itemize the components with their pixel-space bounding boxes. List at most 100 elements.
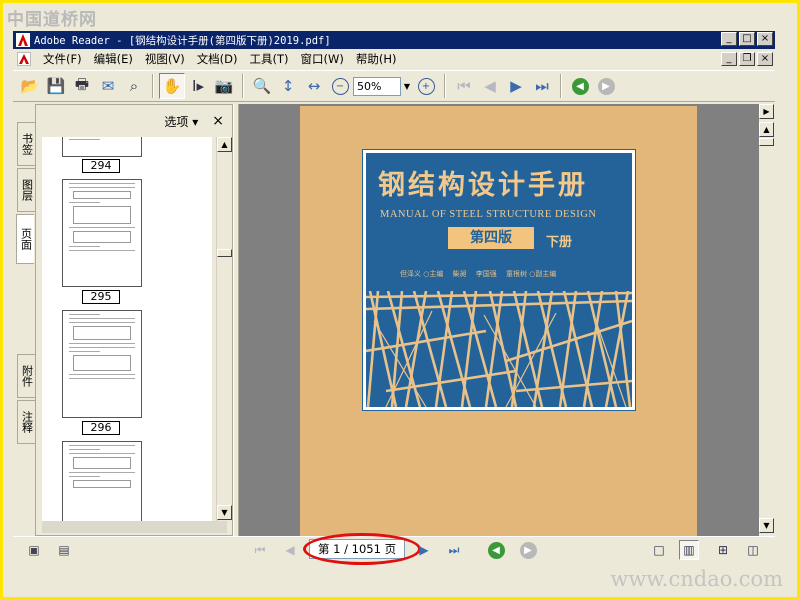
back-icon[interactable]: ◀	[567, 73, 593, 99]
scroll-up-icon[interactable]: ▲	[217, 137, 232, 152]
status-forward-icon[interactable]: ▶	[519, 541, 537, 559]
menu-tools[interactable]: 工具(T)	[244, 51, 295, 67]
facing-view-icon[interactable]: ⊞	[713, 540, 733, 560]
status-next-page-icon[interactable]: ▶	[415, 541, 433, 559]
fit-page-icon[interactable]: ↕	[275, 73, 301, 99]
pages-panel: 选项 ▾ × 294 295 296 ▲ ▼	[35, 104, 233, 536]
menu-window[interactable]: 窗口(W)	[295, 51, 350, 67]
cover-edition: 第四版	[448, 227, 534, 249]
window-controls: _ □ ×	[721, 32, 773, 46]
thumbnail-scrollbar[interactable]: ▲ ▼	[216, 137, 232, 521]
tab-attachments[interactable]: 附件	[17, 354, 35, 398]
minimize-button[interactable]: _	[721, 32, 737, 46]
page-thumbnail[interactable]	[62, 310, 142, 418]
page-thumbnail[interactable]	[62, 179, 142, 287]
forward-icon[interactable]: ▶	[593, 73, 619, 99]
toolbar-separator	[242, 74, 244, 98]
tab-pages[interactable]: 页面	[16, 214, 34, 264]
toolbar-separator	[444, 74, 446, 98]
cover-volume: 下册	[546, 235, 573, 250]
thumbnail-mode-icon[interactable]: ▤	[55, 541, 73, 559]
title-bar: Adobe Reader - [钢结构设计手册(第四版下册)2019.pdf] …	[13, 31, 775, 49]
doc-scrollbar-thumb[interactable]	[759, 138, 774, 146]
last-page-icon[interactable]: ⏭	[529, 73, 555, 99]
doc-scroll-down-icon[interactable]: ▼	[759, 518, 774, 533]
pdf-document-icon[interactable]	[17, 52, 31, 66]
email-icon[interactable]: ✉	[95, 73, 121, 99]
fit-width-icon[interactable]: ↔	[301, 73, 327, 99]
zoom-in-tool-icon[interactable]: 🔍	[249, 73, 275, 99]
document-view[interactable]: 钢结构设计手册 MANUAL OF STEEL STRUCTURE DESIGN…	[239, 104, 759, 536]
status-prev-page-icon[interactable]: ◀	[281, 541, 299, 559]
snapshot-icon[interactable]: 📷	[211, 73, 237, 99]
prev-page-icon[interactable]: ◀	[477, 73, 503, 99]
continuous-facing-view-icon[interactable]: ◫	[743, 540, 763, 560]
save-icon[interactable]: 💾	[43, 73, 69, 99]
select-text-icon[interactable]: I▸	[185, 73, 211, 99]
status-back-icon[interactable]: ◀	[487, 541, 505, 559]
tab-layers[interactable]: 图层	[17, 168, 35, 212]
document-scrollbar[interactable]: ▶ ▲ ▼	[759, 104, 775, 536]
print-icon[interactable]: 🖶	[69, 73, 95, 99]
watermark-bottom: www.cndao.com	[610, 567, 783, 591]
maximize-button[interactable]: □	[739, 32, 755, 46]
options-menu[interactable]: 选项 ▾	[164, 113, 198, 130]
open-folder-icon[interactable]: 📂	[17, 73, 43, 99]
panel-close-button[interactable]: ×	[212, 113, 224, 129]
single-page-view-icon[interactable]: □	[649, 540, 669, 560]
menu-bar: 文件(F) 编辑(E) 视图(V) 文档(D) 工具(T) 窗口(W) 帮助(H…	[13, 49, 775, 69]
options-triangle-icon[interactable]: ▶	[759, 104, 774, 119]
status-first-page-icon[interactable]: ⏮	[251, 541, 269, 559]
menu-file[interactable]: 文件(F)	[37, 51, 88, 67]
panel-header: 选项 ▾ ×	[36, 105, 232, 137]
doc-scroll-up-icon[interactable]: ▲	[759, 122, 774, 137]
menu-edit[interactable]: 编辑(E)	[88, 51, 139, 67]
zoom-level-input[interactable]: 50%	[353, 76, 401, 96]
doc-restore-button[interactable]: ❐	[739, 52, 755, 66]
menu-help[interactable]: 帮助(H)	[350, 51, 403, 67]
window-title: Adobe Reader - [钢结构设计手册(第四版下册)2019.pdf]	[34, 34, 331, 47]
book-cover: 钢结构设计手册 MANUAL OF STEEL STRUCTURE DESIGN…	[362, 149, 636, 411]
cover-subtitle: MANUAL OF STEEL STRUCTURE DESIGN	[380, 209, 597, 220]
watermark-top: 中国道桥网	[7, 10, 97, 30]
document-window-controls: _ ❐ ×	[721, 52, 773, 66]
zoom-dropdown-icon[interactable]: ▼	[401, 77, 413, 96]
first-page-icon[interactable]: ⏮	[451, 73, 477, 99]
tab-comments[interactable]: 注释	[17, 400, 35, 444]
toolbar-separator	[152, 74, 154, 98]
page-thumbnail[interactable]	[62, 441, 142, 521]
zoom-in-icon[interactable]: +	[413, 73, 439, 99]
toolbar-separator	[560, 74, 562, 98]
pdf-page: 钢结构设计手册 MANUAL OF STEEL STRUCTURE DESIGN…	[300, 106, 697, 536]
navigation-pane-toggle-icon[interactable]: ▣	[25, 541, 43, 559]
doc-close-button[interactable]: ×	[757, 52, 773, 66]
cover-title: 钢结构设计手册	[378, 170, 588, 201]
zoom-out-icon[interactable]: −	[327, 73, 353, 99]
tab-bookmarks[interactable]: 书签	[17, 122, 35, 166]
menu-view[interactable]: 视图(V)	[139, 51, 191, 67]
doc-minimize-button[interactable]: _	[721, 52, 737, 66]
navigation-tabs: 书签 图层 页面 附件 注释	[15, 104, 35, 536]
page-number-label: 295	[82, 290, 120, 304]
close-button[interactable]: ×	[757, 32, 773, 46]
status-last-page-icon[interactable]: ⏭	[445, 541, 463, 559]
page-thumbnail[interactable]	[62, 137, 142, 157]
adobe-reader-icon	[16, 33, 30, 47]
highlight-annotation-circle	[303, 533, 421, 565]
search-binoculars-icon[interactable]: ⌕	[121, 73, 147, 99]
thumbnail-hscrollbar[interactable]	[42, 521, 227, 533]
toolbar: 📂 💾 🖶 ✉ ⌕ ✋ I▸ 📷 🔍 ↕ ↔ − 50% ▼ + ⏮ ◀ ▶ ⏭…	[13, 70, 775, 102]
next-page-icon[interactable]: ▶	[503, 73, 529, 99]
status-bar: ▣ ▤ ⏮ ◀ 第 1 / 1051 页 ▶ ⏭ ◀ ▶ □ ▥ ⊞ ◫	[13, 533, 775, 565]
thumbnail-list: 294 295 296	[42, 137, 212, 521]
cover-artwork	[366, 291, 632, 407]
cover-authors: 但泽义 ○主编 柴昶 李国强 童根树 ○副主编	[400, 270, 557, 278]
scrollbar-thumb[interactable]	[217, 249, 232, 257]
page-number-label: 296	[82, 421, 120, 435]
menu-document[interactable]: 文档(D)	[191, 51, 244, 67]
hand-tool-icon[interactable]: ✋	[159, 73, 185, 99]
continuous-view-icon[interactable]: ▥	[679, 540, 699, 560]
scroll-down-icon[interactable]: ▼	[217, 505, 232, 520]
page-number-label: 294	[82, 159, 120, 173]
screenshot-frame: 中国道桥网 Adobe Reader - [钢结构设计手册(第四版下册)2019…	[0, 0, 800, 600]
